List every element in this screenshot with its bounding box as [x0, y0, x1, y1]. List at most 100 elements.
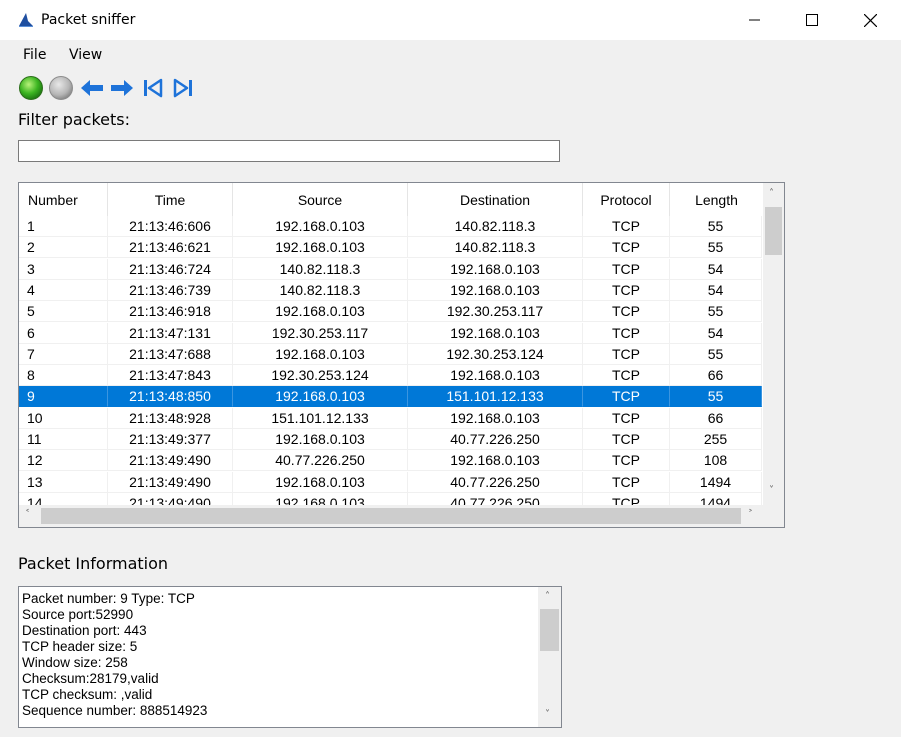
table-row[interactable]: 13 21:13:49:490 192.168.0.103 40.77.226.250… [19, 471, 762, 493]
cell-time: 21:13:49:377 [108, 429, 233, 450]
column-header-time[interactable]: Time [108, 183, 233, 216]
packet-info-text: Packet number: 9 Type: TCP Source port:52… [19, 591, 537, 719]
info-line: Window size: 258 [22, 655, 128, 670]
info-scroll-down-icon[interactable]: ˅ [545, 709, 550, 720]
packet-info-textbox[interactable]: Packet number: 9 Type: TCP Source port:52… [18, 586, 562, 728]
packet-info-vscroll-thumb[interactable] [540, 609, 559, 651]
info-line: Packet number: 9 Type: TCP [22, 591, 195, 606]
cell-time: 21:13:46:724 [108, 258, 233, 280]
previous-packet-button[interactable] [79, 74, 105, 102]
cell-destination: 40.77.226.250 [408, 471, 583, 493]
column-header-source[interactable]: Source [233, 183, 408, 216]
info-line: Source port:52990 [22, 607, 134, 622]
packet-list-hscroll-thumb[interactable] [41, 508, 741, 524]
filter-input[interactable] [18, 140, 560, 162]
cell-protocol: TCP [583, 429, 670, 450]
last-packet-button[interactable] [170, 74, 196, 102]
table-row[interactable]: 5 21:13:46:918 192.168.0.103 192.30.253.117… [19, 301, 762, 323]
cell-source: 140.82.118.3 [233, 279, 408, 301]
cell-source: 40.77.226.250 [233, 450, 408, 472]
info-line: Sequence number: 888514923 [22, 703, 208, 718]
table-row[interactable]: 12 21:13:49:490 40.77.226.250 192.168.0.103… [19, 450, 762, 472]
cell-number: 11 [19, 429, 108, 450]
cell-time: 21:13:46:739 [108, 279, 233, 301]
table-row[interactable]: 14 21:13:49:490 192.168.0.103 40.77.226.250… [19, 492, 762, 505]
cell-source: 192.168.0.103 [233, 216, 408, 237]
info-line: Destination port: 443 [22, 623, 147, 638]
title-bar: Packet sniffer [0, 0, 901, 40]
cell-time: 21:13:47:843 [108, 365, 233, 387]
cell-source: 192.168.0.103 [233, 471, 408, 493]
cell-number: 1 [19, 216, 108, 237]
packet-list[interactable]: Number Time Source Destination Protocol … [18, 182, 785, 528]
packet-rows: 1 21:13:46:606 192.168.0.103 140.82.118.3 TC… [19, 216, 762, 505]
shark-fin-icon [19, 13, 33, 27]
column-header-destination[interactable]: Destination [408, 183, 583, 216]
info-line: Checksum:28179,valid [22, 671, 159, 686]
cell-number: 3 [19, 258, 108, 280]
arrow-right-icon [111, 80, 133, 96]
menu-view[interactable]: View [69, 47, 102, 63]
packet-list-vscroll-thumb[interactable] [765, 207, 782, 255]
close-button[interactable] [841, 0, 899, 40]
table-row[interactable]: 7 21:13:47:688 192.168.0.103 192.30.253.124… [19, 343, 762, 365]
column-header-number[interactable]: Number [19, 183, 108, 216]
cell-time: 21:13:49:490 [108, 471, 233, 493]
cell-destination: 192.30.253.117 [408, 301, 583, 323]
window-title: Packet sniffer [41, 12, 136, 28]
table-row[interactable]: 6 21:13:47:131 192.30.253.117 192.168.0.103… [19, 322, 762, 344]
packet-list-hscrollbar[interactable]: ˂ ˃ [19, 505, 784, 527]
column-header-length[interactable]: Length [670, 183, 764, 216]
cell-time: 21:13:48:928 [108, 407, 233, 429]
packet-info-vscrollbar[interactable]: ˄ ˅ [538, 587, 561, 727]
table-row[interactable]: 2 21:13:46:621 192.168.0.103 140.82.118.3 TC… [19, 237, 762, 259]
cell-time: 21:13:46:606 [108, 216, 233, 237]
cell-destination: 192.168.0.103 [408, 407, 583, 429]
table-row[interactable]: 9 21:13:48:850 192.168.0.103 151.101.12.133… [19, 386, 762, 408]
cell-time: 21:13:47:688 [108, 343, 233, 365]
start-capture-button[interactable] [18, 74, 44, 102]
table-row[interactable]: 4 21:13:46:739 140.82.118.3 192.168.0.103 TC… [19, 279, 762, 301]
cell-number: 4 [19, 279, 108, 301]
cell-number: 12 [19, 450, 108, 472]
next-packet-button[interactable] [109, 74, 135, 102]
cell-source: 192.30.253.117 [233, 322, 408, 344]
cell-source: 192.168.0.103 [233, 301, 408, 323]
table-row[interactable]: 8 21:13:47:843 192.30.253.124 192.168.0.103… [19, 365, 762, 387]
info-scroll-up-icon[interactable]: ˄ [545, 591, 550, 602]
table-row[interactable]: 3 21:13:46:724 140.82.118.3 192.168.0.103 TC… [19, 258, 762, 280]
packet-list-vscrollbar[interactable]: ˄ ˅ [763, 183, 784, 505]
table-row[interactable]: 1 21:13:46:606 192.168.0.103 140.82.118.3 TC… [19, 216, 762, 237]
packet-list-header: Number Time Source Destination Protocol … [19, 183, 764, 216]
stop-capture-button[interactable] [48, 74, 74, 102]
table-row[interactable]: 10 21:13:48:928 151.101.12.133 192.168.0.10… [19, 407, 762, 429]
menu-bar: File View [0, 40, 901, 70]
cell-length: 54 [670, 279, 762, 301]
first-packet-button[interactable] [140, 74, 166, 102]
cell-time: 21:13:48:850 [108, 386, 233, 408]
menu-file[interactable]: File [23, 47, 46, 63]
scroll-right-icon[interactable]: ˃ [748, 509, 753, 520]
scroll-down-icon[interactable]: ˅ [769, 485, 774, 496]
cell-length: 54 [670, 258, 762, 280]
toolbar [16, 74, 216, 102]
cell-number: 14 [19, 492, 108, 505]
cell-source: 192.168.0.103 [233, 343, 408, 365]
cell-time: 21:13:46:621 [108, 237, 233, 259]
cell-source: 192.168.0.103 [233, 237, 408, 259]
skip-last-icon [173, 78, 192, 98]
maximize-button[interactable] [783, 0, 841, 40]
cell-destination: 151.101.12.133 [408, 386, 583, 408]
cell-destination: 192.168.0.103 [408, 450, 583, 472]
cell-protocol: TCP [583, 492, 670, 505]
cell-number: 13 [19, 471, 108, 493]
column-header-protocol[interactable]: Protocol [583, 183, 670, 216]
cell-destination: 192.168.0.103 [408, 365, 583, 387]
info-line: TCP checksum: ,valid [22, 687, 153, 702]
cell-time: 21:13:49:490 [108, 450, 233, 472]
scroll-up-icon[interactable]: ˄ [769, 188, 774, 199]
table-row[interactable]: 11 21:13:49:377 192.168.0.103 40.77.226.250… [19, 429, 762, 450]
scroll-left-icon[interactable]: ˂ [25, 509, 30, 520]
minimize-button[interactable] [726, 0, 784, 40]
cell-length: 108 [670, 450, 762, 472]
